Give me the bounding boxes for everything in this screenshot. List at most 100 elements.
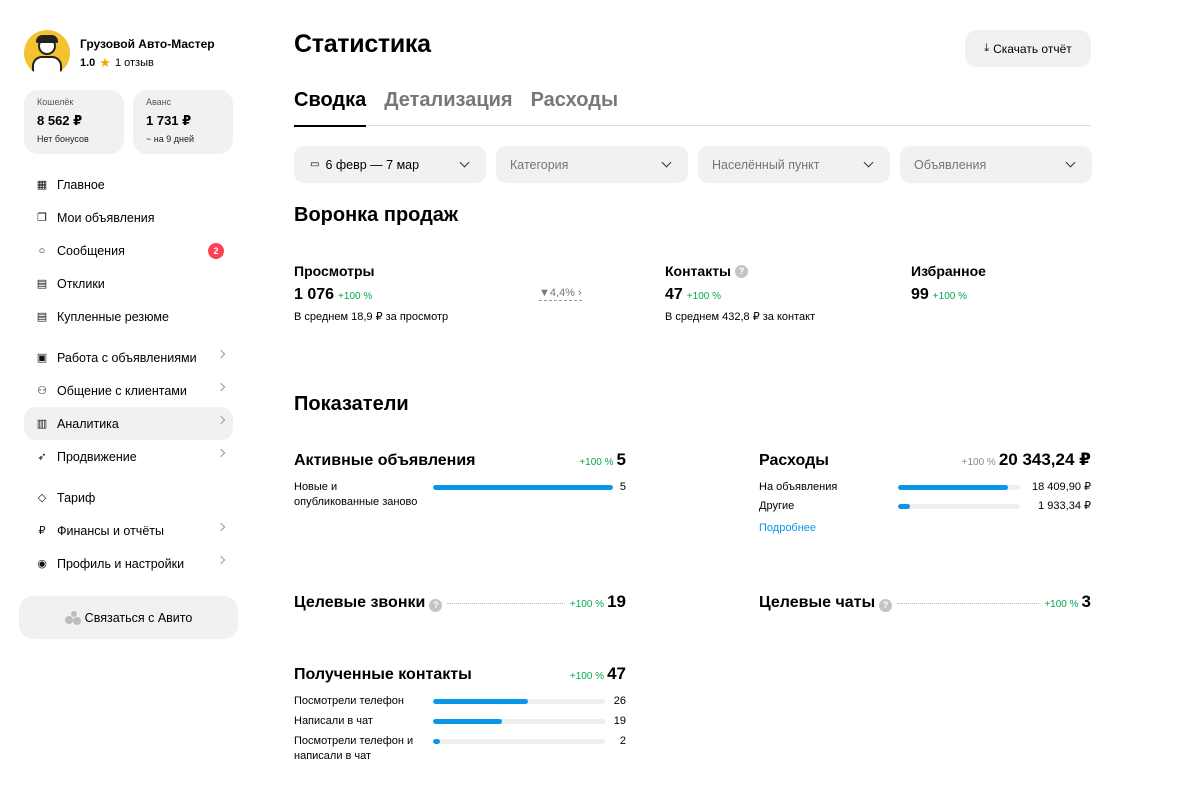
- progress-bar: [433, 719, 605, 724]
- help-icon[interactable]: ?: [735, 264, 749, 278]
- expenses-block: Расходы +100 % 20 343,24 ₽ На объявления 18…: [759, 450, 1091, 534]
- diamond-icon: ◇: [37, 492, 47, 504]
- sidebar-item-label: Аналитика: [57, 416, 119, 431]
- wallet-sub: Нет бонусов: [37, 134, 89, 144]
- rating-value: 1.0: [80, 56, 96, 69]
- funnel-views: Просмотры 1 076 +100 % В среднем 18,9 ₽ з…: [294, 262, 448, 324]
- briefcase-icon: ▣: [36, 352, 48, 364]
- chevron-right-icon: [216, 522, 226, 532]
- filters: ▭ 6 февр — 7 мар Категория Населённый пун…: [294, 146, 1092, 183]
- download-icon: ⤓: [984, 42, 990, 54]
- bar-row: Посмотрели телефон 26: [294, 694, 626, 709]
- bar-label: Другие: [759, 500, 795, 512]
- ads-select[interactable]: Объявления: [900, 146, 1092, 183]
- funnel-title: Воронка продаж: [294, 204, 459, 226]
- sidebar-item-label: Главное: [57, 177, 105, 192]
- profile-rating[interactable]: 1.0 ★ 1 отзыв: [80, 55, 215, 71]
- bar-row: Новые и опубликованные заново 5: [294, 480, 626, 510]
- sidebar-item-resumes[interactable]: ▤ Купленные резюме: [24, 300, 233, 333]
- contact-avito-button[interactable]: Связаться с Авито: [19, 596, 238, 639]
- tab-details[interactable]: Детализация: [384, 86, 512, 126]
- sidebar-item-tariff[interactable]: ◇ Тариф: [24, 481, 233, 514]
- advance-title: Аванс: [146, 97, 172, 107]
- help-icon[interactable]: ?: [879, 598, 893, 612]
- category-placeholder: Категория: [510, 157, 569, 172]
- active-ads-block: Активные объявления +100 % 5 Новые и опубл…: [294, 450, 626, 510]
- city-select[interactable]: Населённый пункт: [698, 146, 890, 183]
- contact-avito-label: Связаться с Авито: [84, 610, 193, 625]
- calls-value: 19: [607, 592, 626, 611]
- funnel-contacts: Контакты? 47 +100 % В среднем 432,8 ₽ за …: [665, 262, 815, 324]
- tabs: Сводка Детализация Расходы: [294, 86, 1091, 127]
- profile[interactable]: Грузовой Авто-Мастер 1.0 ★ 1 отзыв: [19, 30, 239, 76]
- tab-summary[interactable]: Сводка: [294, 86, 367, 127]
- chevron-right-icon: [216, 349, 226, 359]
- bar-value: 19: [613, 715, 626, 727]
- bar-value: 18 409,90 ₽: [1032, 481, 1091, 493]
- views-value: 1 076: [294, 286, 335, 303]
- avatar[interactable]: [24, 30, 70, 76]
- calls-title: Целевые звонки: [294, 594, 426, 611]
- sidebar-item-finance[interactable]: ₽ Финансы и отчёты: [24, 514, 233, 547]
- received-title: Полученные контакты: [294, 666, 472, 683]
- chevron-right-icon: [216, 555, 226, 565]
- bar-label: Новые и опубликованные заново: [294, 481, 418, 508]
- received-value: 47: [607, 664, 626, 683]
- sidebar-item-label: Профиль и настройки: [57, 556, 185, 571]
- date-range-value: 6 февр — 7 мар: [325, 157, 420, 172]
- more-link[interactable]: Подробнее: [759, 522, 1091, 534]
- progress-bar: [433, 739, 605, 744]
- help-icon[interactable]: ?: [429, 598, 443, 612]
- chats-value: 3: [1081, 592, 1091, 611]
- progress-bar: [433, 485, 613, 490]
- sidebar-item-profile[interactable]: ◉ Профиль и настройки: [24, 547, 233, 580]
- page-title: Статистика: [294, 30, 431, 58]
- date-range-select[interactable]: ▭ 6 февр — 7 мар: [294, 146, 486, 183]
- bar-row: Посмотрели телефон и написали в чат 2: [294, 734, 626, 764]
- sidebar-item-ads-work[interactable]: ▣ Работа с объявлениями: [24, 341, 233, 374]
- sidebar-item-analytics[interactable]: ▥ Аналитика: [24, 407, 233, 440]
- sidebar-item-clients[interactable]: ⚇ Общение с клиентами: [24, 374, 233, 407]
- chevron-down-icon: [661, 157, 672, 168]
- chevron-down-icon: [1065, 157, 1076, 168]
- bar-value: 1 933,34 ₽: [1038, 500, 1091, 512]
- tab-expenses[interactable]: Расходы: [531, 86, 618, 126]
- wallet-card[interactable]: Кошелёк 8 562 ₽ Нет бонусов: [24, 90, 124, 154]
- category-select[interactable]: Категория: [496, 146, 688, 183]
- messages-badge: 2: [208, 243, 224, 259]
- document-icon: ▤: [36, 278, 48, 290]
- advance-card[interactable]: Аванс 1 731 ₽ ~ на 9 дней: [133, 90, 233, 154]
- wallet-title: Кошелёк: [37, 97, 74, 107]
- sidebar: Грузовой Авто-Мастер 1.0 ★ 1 отзыв Кошелёк…: [19, 30, 239, 639]
- bar-label: Посмотрели телефон и написали в чат: [294, 735, 414, 762]
- bar-value: 26: [613, 695, 626, 707]
- ads-placeholder: Объявления: [914, 157, 987, 172]
- chats-block: Целевые чаты? +100 % 3: [759, 592, 1091, 616]
- contacts-value: 47: [665, 286, 683, 303]
- sidebar-item-home[interactable]: ▦ Главное: [24, 168, 233, 201]
- bar-chart-icon: ▥: [36, 418, 48, 430]
- rocket-icon: ➶: [37, 451, 47, 463]
- profile-name[interactable]: Грузовой Авто-Мастер: [80, 36, 215, 52]
- favorites-pct: +100 %: [932, 291, 967, 302]
- user-circle-icon: ◉: [37, 558, 47, 570]
- contacts-sub: В среднем 432,8 ₽ за контакт: [665, 311, 816, 323]
- sidebar-item-promotion[interactable]: ➶ Продвижение: [24, 440, 233, 473]
- calendar-icon: ▭: [310, 159, 320, 170]
- filter-funnel-icon: ▼: [539, 287, 550, 299]
- active-ads-title: Активные объявления: [294, 452, 476, 469]
- bar-row: Написали в чат 19: [294, 714, 626, 729]
- wallet-value: 8 562 ₽: [37, 113, 83, 128]
- advance-sub: ~ на 9 дней: [146, 134, 194, 144]
- funnel-favorites: Избранное 99 +100 %: [911, 262, 986, 309]
- calls-block: Целевые звонки? +100 % 19: [294, 592, 626, 616]
- chevron-right-icon: ›: [578, 287, 582, 299]
- conversion-link[interactable]: ▼4,4% ›: [539, 287, 582, 301]
- sidebar-item-responses[interactable]: ▤ Отклики: [24, 267, 233, 300]
- favorites-label: Избранное: [911, 263, 986, 279]
- download-report-button[interactable]: ⤓ Скачать отчёт: [965, 30, 1091, 67]
- sidebar-item-my-ads[interactable]: ❐ Мои объявления: [24, 201, 233, 234]
- sidebar-item-messages[interactable]: ○ Сообщения 2: [24, 234, 233, 267]
- chevron-right-icon: [216, 415, 226, 425]
- calls-pct: +100 %: [569, 599, 605, 610]
